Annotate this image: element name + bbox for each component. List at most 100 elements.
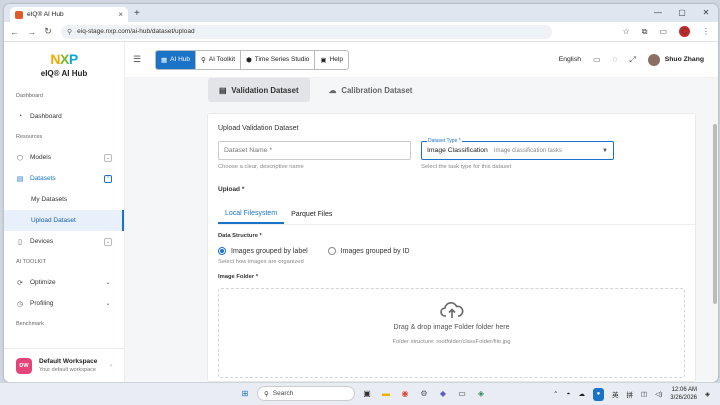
devices-icon: ▯ <box>18 238 22 246</box>
dropzone-title: Drag & drop image Folder folder here <box>393 324 510 331</box>
chrome-icon[interactable]: ◉ <box>398 387 412 401</box>
file-explorer-icon[interactable]: ▬ <box>379 387 393 401</box>
section-dashboard: Dashboard <box>16 93 43 99</box>
chevron-down-icon[interactable]: ⌄ <box>104 279 112 286</box>
settings-icon[interactable]: ⚙ <box>417 387 431 401</box>
app-icon[interactable]: ◈ <box>474 387 488 401</box>
main-content: ▤ Validation Dataset ☁ Calibration Dataset… <box>125 78 712 382</box>
menu-icon[interactable]: ☰ <box>133 54 149 65</box>
sidebar-item-upload-dataset[interactable]: Upload Dataset <box>4 210 124 231</box>
sidebar-item-my-datasets[interactable]: My Datasets <box>4 189 124 210</box>
volume-icon[interactable]: ◁) <box>655 390 662 398</box>
taskbar-apps: ⊞ ⚲ Search ▣ ▬ ◉ ⚙ ◆ ▭ ◈ <box>238 386 488 401</box>
browser-menu-icon[interactable]: ⋮ <box>702 27 710 36</box>
sidebar-item-profiling[interactable]: ◷ Profiling ⌄ <box>4 293 124 314</box>
close-window-button[interactable]: ✕ <box>694 4 718 22</box>
chevron-down-icon[interactable]: ⌄ <box>104 237 112 246</box>
sidebar-item-dashboard[interactable]: ◔ Dashboard <box>4 106 124 127</box>
tab-calibration-dataset[interactable]: ☁ Calibration Dataset <box>318 78 424 102</box>
extensions-icon[interactable]: ⧉ <box>642 27 648 37</box>
radio-grouped-by-label[interactable]: Images grouped by label <box>218 247 308 255</box>
tab-close-icon[interactable]: × <box>118 10 123 19</box>
bookmark-star-icon[interactable]: ☆ <box>623 27 630 36</box>
search-icon: ⚲ <box>264 390 269 398</box>
tab-local-filesystem[interactable]: Local Filesystem <box>218 205 285 224</box>
chevron-down-icon[interactable]: ⌄ <box>104 153 112 162</box>
radio-checked-icon <box>218 247 226 255</box>
workspace-subtitle: Your default workspace <box>39 367 96 373</box>
tab-validation-dataset[interactable]: ▤ Validation Dataset <box>208 78 310 102</box>
address-bar-row: ← → ↻ ⚲ eiq-stage.nxp.com/ai-hub/dataset… <box>4 22 718 42</box>
new-tab-button[interactable]: + <box>134 8 140 19</box>
upload-form-card: Upload Validation Dataset Dataset Name *… <box>207 113 696 382</box>
user-menu[interactable]: Shuo Zhang <box>647 53 704 66</box>
dropzone-subtitle: Folder structure: rootfolder/classFolder… <box>392 339 511 345</box>
clock[interactable]: 12:06 AM 3/26/2026 <box>670 386 697 402</box>
taskbar-search[interactable]: ⚲ Search <box>257 386 355 401</box>
url-bar[interactable]: ⚲ eiq-stage.nxp.com/ai-hub/dataset/uploa… <box>61 24 552 39</box>
back-icon[interactable]: ← <box>10 27 19 37</box>
ime-language[interactable]: 英 <box>612 389 619 399</box>
forward-icon[interactable]: → <box>27 27 36 37</box>
nav-time-series-studio[interactable]: ⬢ Time Series Studio <box>241 50 316 69</box>
workspace-switcher[interactable]: DW Default Workspace Your default worksp… <box>4 348 124 382</box>
ime-mode[interactable]: 拼 <box>626 389 633 399</box>
workspace-avatar: DW <box>16 357 32 374</box>
dataset-type-value: Image Classification <box>427 147 488 154</box>
user-name: Shuo Zhang <box>664 56 704 63</box>
minimize-button[interactable]: — <box>646 4 670 22</box>
chevron-up-icon[interactable]: ⌃ <box>104 174 112 183</box>
sidebar-item-models[interactable]: ⬡ Models ⌄ <box>4 147 124 168</box>
reload-icon[interactable]: ↻ <box>44 26 52 37</box>
radio-grouped-by-id[interactable]: Images grouped by ID <box>327 247 410 255</box>
form-title: Upload Validation Dataset <box>218 125 299 132</box>
browser-tab[interactable]: eIQ® AI Hub × <box>10 7 128 22</box>
document-icon: ▤ <box>219 85 227 95</box>
network-icon[interactable]: ◫ <box>641 390 647 398</box>
notifications-icon[interactable]: ◈ <box>705 390 710 398</box>
lightbulb-icon[interactable]: ◌ <box>613 55 618 64</box>
chevron-right-icon: › <box>110 362 112 369</box>
task-view-icon[interactable]: ▣ <box>360 387 374 401</box>
logo: NXP eIQ® AI Hub <box>4 42 124 86</box>
sidebar-item-optimize[interactable]: ⟳ Optimize ⌄ <box>4 272 124 293</box>
profile-avatar[interactable]: C <box>679 26 690 37</box>
site-info-icon[interactable]: ⚲ <box>67 28 72 36</box>
file-source-tabs: Local Filesystem Parquet Files <box>218 205 695 225</box>
nav-help[interactable]: ▣ Help <box>315 51 348 69</box>
terminal-icon[interactable]: ▭ <box>455 387 469 401</box>
fullscreen-icon[interactable]: ⤢ <box>629 55 635 65</box>
dataset-type-help: Select the task type for this dataset <box>421 164 512 170</box>
nav-ai-toolkit[interactable]: ⚲ AI Toolkit <box>196 50 242 69</box>
windows-start-icon[interactable]: ⊞ <box>238 387 252 401</box>
tab-parquet-files[interactable]: Parquet Files <box>284 205 339 224</box>
card-icon[interactable]: ▭ <box>593 55 601 64</box>
teams-icon[interactable]: ◆ <box>436 387 450 401</box>
maximize-button[interactable]: ▢ <box>670 4 694 22</box>
dataset-name-field[interactable]: Dataset Name * <box>218 141 411 160</box>
folder-dropzone[interactable]: Drag & drop image Folder folder here Fol… <box>218 288 685 378</box>
top-nav-right: English ▭ ◌ ⤢ Shuo Zhang <box>559 53 718 66</box>
data-structure-radios: Images grouped by label Images grouped b… <box>218 247 695 255</box>
dropdown-arrow-icon: ▼ <box>602 147 608 154</box>
help-icon: ▣ <box>320 56 327 64</box>
section-ai-toolkit: AI TOOLKIT <box>16 259 47 265</box>
tab-title: eIQ® AI Hub <box>27 11 64 18</box>
tray-app-icon[interactable]: ◓ <box>567 391 571 398</box>
tray-chevron-icon[interactable]: ⌃ <box>553 390 558 398</box>
dataset-type-select[interactable]: Dataset Type * Image Classification Imag… <box>421 138 614 160</box>
sidebar-item-datasets[interactable]: ▤ Datasets ⌃ <box>4 168 124 189</box>
chevron-down-icon[interactable]: ⌄ <box>104 300 112 307</box>
url-text: eiq-stage.nxp.com/ai-hub/dataset/upload <box>77 28 195 35</box>
tray-cloud-icon[interactable]: ☁ <box>578 390 585 398</box>
sidebar-item-devices[interactable]: ▯ Devices ⌄ <box>4 231 124 252</box>
cloud-icon: ☁ <box>328 85 337 95</box>
scrollbar-thumb[interactable] <box>713 124 717 304</box>
split-view-icon[interactable]: ▭ <box>659 27 667 36</box>
image-folder-label: Image Folder * <box>218 274 258 280</box>
upload-cloud-icon <box>439 302 463 318</box>
microphone-icon[interactable]: ● <box>592 387 604 401</box>
nav-ai-hub[interactable]: ▦ AI Hub <box>156 50 197 69</box>
page-scrollbar[interactable] <box>712 78 718 382</box>
language-select[interactable]: English <box>559 56 581 63</box>
